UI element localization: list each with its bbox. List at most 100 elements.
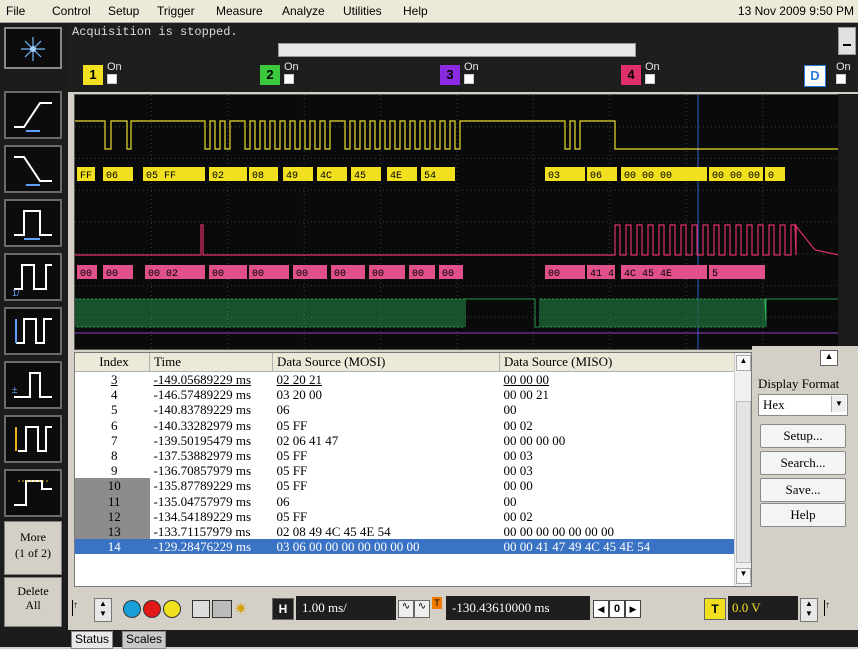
minimize-button[interactable] (838, 27, 856, 55)
table-row[interactable]: 10 -135.87789229 ms 05 FF 00 00 (75, 478, 735, 494)
overshoot-button[interactable] (4, 469, 62, 517)
table-row[interactable]: 8 -137.53882979 ms 05 FF 00 03 (75, 448, 735, 463)
menu-help[interactable]: Help (403, 4, 428, 18)
row-time: -129.28476229 ms (149, 539, 273, 555)
table-row[interactable]: 9 -136.70857979 ms 05 FF 00 03 (75, 463, 735, 478)
bottom-control-bar: ↑ ▲ ▼ ✷ H 1.00 ms/ ∿ ∿ T -130.43610000 ms… (68, 590, 858, 630)
waveform-display[interactable]: FF 06 05 FF 02 08 49 4C 45 4E 54 03 06 00 00 00 00 00… (74, 94, 840, 350)
table-row[interactable]: 7 -139.50195479 ms 02 06 41 47 00 00 00 00 (75, 433, 735, 448)
run-indicator-icon[interactable] (123, 600, 141, 618)
stop-indicator-icon[interactable] (143, 600, 161, 618)
period-button[interactable] (4, 307, 62, 355)
scroll-thumb[interactable] (736, 401, 751, 563)
decode-yellow-text: 02 (212, 171, 224, 182)
nav-value[interactable]: 0 (609, 600, 625, 618)
svg-text:1/: 1/ (12, 288, 20, 297)
channel-4-button[interactable]: 4 (621, 65, 641, 85)
bottom-up-arrow-icon[interactable]: ↑ (72, 600, 83, 616)
save-button[interactable]: Save... (760, 478, 846, 502)
pulse-width-button[interactable] (4, 199, 62, 247)
digital-channel-toggle[interactable]: On (836, 62, 851, 84)
display-format-select[interactable]: Hex ▼ (758, 394, 848, 416)
rising-edge-trigger-button[interactable] (4, 91, 62, 139)
row-index: 8 (111, 448, 118, 464)
table-row[interactable]: 12 -134.54189229 ms 05 FF 00 02 (75, 508, 735, 524)
table-row[interactable]: 14 -129.28476229 ms 03 06 00 00 00 00 00 0… (75, 539, 735, 555)
channel-2-toggle[interactable]: On (284, 62, 299, 84)
delete-all-button[interactable]: Delete All (4, 577, 62, 627)
setup-button[interactable]: Setup... (760, 424, 846, 448)
single-indicator-icon[interactable] (163, 600, 181, 618)
row-index: 6 (111, 417, 118, 433)
scroll-down-icon[interactable]: ▼ (736, 568, 751, 584)
trigger-level-field[interactable]: 0.0 V (728, 596, 798, 620)
trigger-level-stepper[interactable]: ▲ ▼ (800, 598, 818, 622)
falling-edge-trigger-button[interactable] (4, 145, 62, 193)
channel-3-button[interactable]: 3 (440, 65, 460, 85)
channel-4-toggle[interactable]: On (645, 62, 660, 84)
menu-utilities[interactable]: Utilities (343, 4, 382, 18)
digital-channel-on-label: On (836, 61, 851, 73)
status-tab-bar: Status Scales (68, 630, 858, 649)
row-mosi: 05 FF (276, 478, 308, 494)
tab-status[interactable]: Status (71, 631, 114, 649)
print-icon[interactable] (212, 600, 232, 618)
channel-3-checkbox[interactable] (464, 74, 474, 84)
amplitude-button[interactable]: ± (4, 361, 62, 409)
digital-channel-checkbox[interactable] (836, 74, 846, 84)
table-row[interactable]: 11 -135.04757979 ms 06 00 (75, 493, 735, 509)
channel-4-checkbox[interactable] (645, 74, 655, 84)
chevron-down-icon[interactable]: ▼ (831, 396, 846, 412)
expand-up-button[interactable]: ▲ (820, 350, 838, 366)
channel-1-toggle[interactable]: On (107, 62, 122, 84)
nav-right-icon[interactable]: ▶ (625, 600, 641, 618)
period-icon (15, 318, 52, 344)
more-button[interactable]: More (1 of 2) (4, 521, 62, 575)
peak-to-peak-button[interactable] (4, 415, 62, 463)
bottom-right-arrow-icon[interactable]: ↑ (824, 600, 835, 616)
channel-2-checkbox[interactable] (284, 74, 294, 84)
table-row[interactable]: 13 -133.71157979 ms 02 08 49 4C 45 4E 54 00… (75, 523, 735, 540)
table-row[interactable]: 4 -146.57489229 ms 03 20 00 00 00 21 (75, 387, 735, 402)
menu-control[interactable]: Control (52, 4, 91, 18)
menu-measure[interactable]: Measure (216, 4, 263, 18)
trigger-position-field[interactable]: -130.43610000 ms (446, 596, 590, 620)
decode-control-panel: ▲ Display Format Hex ▼ Setup... Search..… (752, 346, 858, 584)
scroll-up-icon[interactable]: ▲ (736, 355, 751, 371)
wave-right-icon[interactable]: ∿ (414, 600, 430, 618)
decode-pink-text: 00 (372, 269, 384, 280)
table-row[interactable]: 6 -140.33282979 ms 05 FF 00 02 (75, 418, 735, 433)
column-index[interactable]: Index (75, 353, 150, 372)
column-time[interactable]: Time (149, 353, 273, 372)
table-row[interactable]: 3 -149.05689229 ms 02 20 21 00 00 00 (75, 372, 735, 388)
wave-left-icon[interactable]: ∿ (398, 600, 414, 618)
search-button[interactable]: Search... (760, 451, 846, 475)
agilent-logo-button[interactable] (4, 27, 62, 69)
column-miso[interactable]: Data Source (MISO) (499, 353, 735, 372)
column-mosi[interactable]: Data Source (MOSI) (272, 353, 500, 372)
screenshot-icon[interactable] (192, 600, 210, 618)
menu-file[interactable]: File (6, 4, 25, 18)
more-label: More (20, 530, 46, 544)
brightness-icon[interactable]: ✷ (234, 599, 247, 619)
table-scrollbar[interactable]: ▲ ▼ (734, 353, 751, 586)
falling-edge-icon (14, 156, 52, 186)
tab-scales[interactable]: Scales (122, 631, 167, 649)
digital-channel-button[interactable]: D (804, 65, 826, 87)
channel-1-button[interactable]: 1 (83, 65, 103, 85)
decode-table[interactable]: Index Time Data Source (MOSI) Data Sourc… (74, 352, 752, 587)
help-button[interactable]: Help (760, 503, 846, 527)
table-row[interactable]: 5 -140.83789229 ms 06 00 (75, 402, 735, 417)
menu-setup[interactable]: Setup (108, 4, 139, 18)
timebase-field[interactable]: 1.00 ms/ (296, 596, 396, 620)
channel-3-toggle[interactable]: On (464, 62, 479, 84)
nav-left-icon[interactable]: ◀ (593, 600, 609, 618)
menu-trigger[interactable]: Trigger (157, 4, 195, 18)
left-toolbar: 1/ ± More (1 of 2) Delete All (0, 23, 68, 647)
more-page-label: (1 of 2) (15, 546, 51, 560)
channel-2-button[interactable]: 2 (260, 65, 280, 85)
frequency-button[interactable]: 1/ (4, 253, 62, 301)
scroll-stepper[interactable]: ▲ ▼ (94, 598, 112, 622)
menu-analyze[interactable]: Analyze (282, 4, 325, 18)
channel-1-checkbox[interactable] (107, 74, 117, 84)
